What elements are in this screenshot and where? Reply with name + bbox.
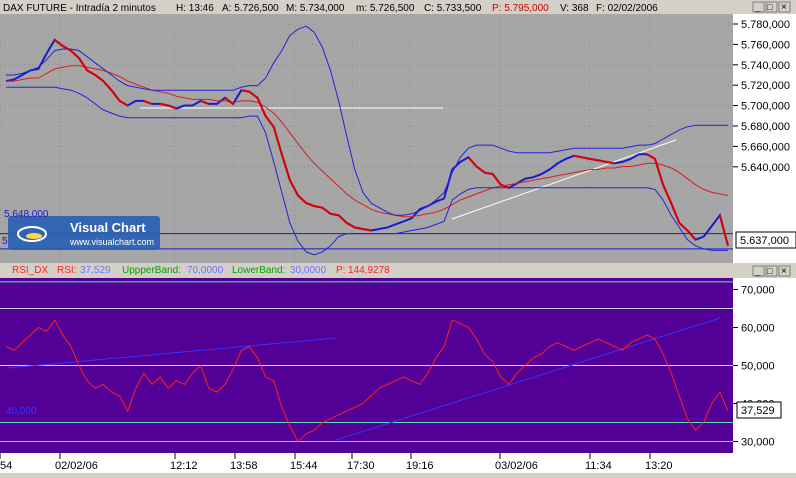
price-y-tick-label: 5.700,000	[741, 101, 790, 113]
rsi-legend-value: 37,529	[80, 265, 111, 276]
rsi-y-tick-label: 50,000	[741, 361, 775, 373]
chart-window: DAX FUTURE - Intradía 2 minutos H: 13:46…	[0, 0, 796, 473]
rsi-legend-label: RSI:	[57, 265, 76, 276]
price-window-buttons: _ □ ×	[752, 1, 791, 13]
rsi-last-value: 37,529	[741, 405, 775, 417]
rsi-legend-p-value: 144,9278	[348, 265, 390, 276]
chart-canvas: DAX FUTURE - Intradía 2 minutos H: 13:46…	[0, 0, 796, 473]
price-y-tick-label: 5.760,000	[741, 39, 790, 51]
x-tick-label: 13:20	[645, 460, 673, 472]
price-header-p: P: 5.795,000	[492, 3, 549, 14]
x-tick-label: 19:16	[406, 460, 434, 472]
price-header-volume: V: 368	[560, 3, 589, 14]
rsi-minimize-icon: _	[754, 266, 761, 277]
price-y-tick-label: 5.660,000	[741, 141, 790, 153]
rsi-close-icon: ×	[781, 266, 787, 277]
price-y-tick-label: 5.780,000	[741, 19, 790, 31]
visual-chart-logo: Visual Chart www.visualchart.com	[8, 216, 160, 250]
rsi-legend-upper-value: 70,0000	[187, 265, 224, 276]
x-tick-label: 54	[0, 460, 12, 472]
rsi-window-buttons: _ □ ×	[752, 265, 791, 277]
rsi-legend-upper-label: UppperBand:	[122, 265, 181, 276]
price-level-label: 5.648,000	[4, 209, 49, 220]
price-header-a: A: 5.726,500	[222, 3, 279, 14]
logo-accent-icon	[26, 233, 42, 239]
maximize-icon: □	[767, 2, 773, 12]
x-tick-label: 12:12	[170, 460, 198, 472]
x-tick-label: 17:30	[347, 460, 375, 472]
rsi-y-tick-label: 70,000	[741, 285, 775, 297]
logo-url: www.visualchart.com	[69, 237, 154, 247]
price-header-close: C: 5.733,500	[424, 3, 482, 14]
price-y-tick-label: 5.680,000	[741, 121, 790, 133]
price-header-low: m: 5.726,500	[356, 3, 415, 14]
price-header-m: M: 5.734,000	[286, 3, 345, 14]
rsi-legend-lower-value: 30,0000	[290, 265, 327, 276]
price-y-tick-label: 5.720,000	[741, 80, 790, 92]
rsi-legend-p-label: P:	[336, 265, 345, 276]
minimize-icon: _	[754, 2, 761, 13]
price-level-label-2: 5	[2, 236, 8, 247]
price-last-value: 5.637,000	[740, 235, 789, 247]
x-axis-area	[0, 453, 796, 473]
rsi-left-value: 40,000	[6, 406, 37, 417]
close-icon: ×	[781, 2, 787, 13]
rsi-maximize-icon: □	[767, 266, 773, 276]
rsi-legend-lower-label: LowerBand:	[232, 265, 285, 276]
price-y-tick-label: 5.740,000	[741, 60, 790, 72]
rsi-y-tick-label: 60,000	[741, 323, 775, 335]
x-tick-label: 11:34	[585, 460, 612, 472]
x-tick-label: 13:58	[230, 460, 258, 472]
x-tick-label: 15:44	[290, 460, 318, 472]
rsi-y-tick-label: 30,000	[741, 437, 775, 449]
price-header-date: F: 02/02/2006	[596, 3, 658, 14]
price-y-tick-label: 5.640,000	[741, 162, 790, 174]
price-header-high: H: 13:46	[176, 3, 214, 14]
price-header-instrument: DAX FUTURE - Intradía 2 minutos	[3, 3, 156, 14]
rsi-legend-name: RSI_DX	[12, 265, 48, 276]
x-tick-label: 02/02/06	[55, 460, 98, 472]
x-tick-label: 03/02/06	[495, 460, 538, 472]
logo-title: Visual Chart	[70, 220, 146, 235]
